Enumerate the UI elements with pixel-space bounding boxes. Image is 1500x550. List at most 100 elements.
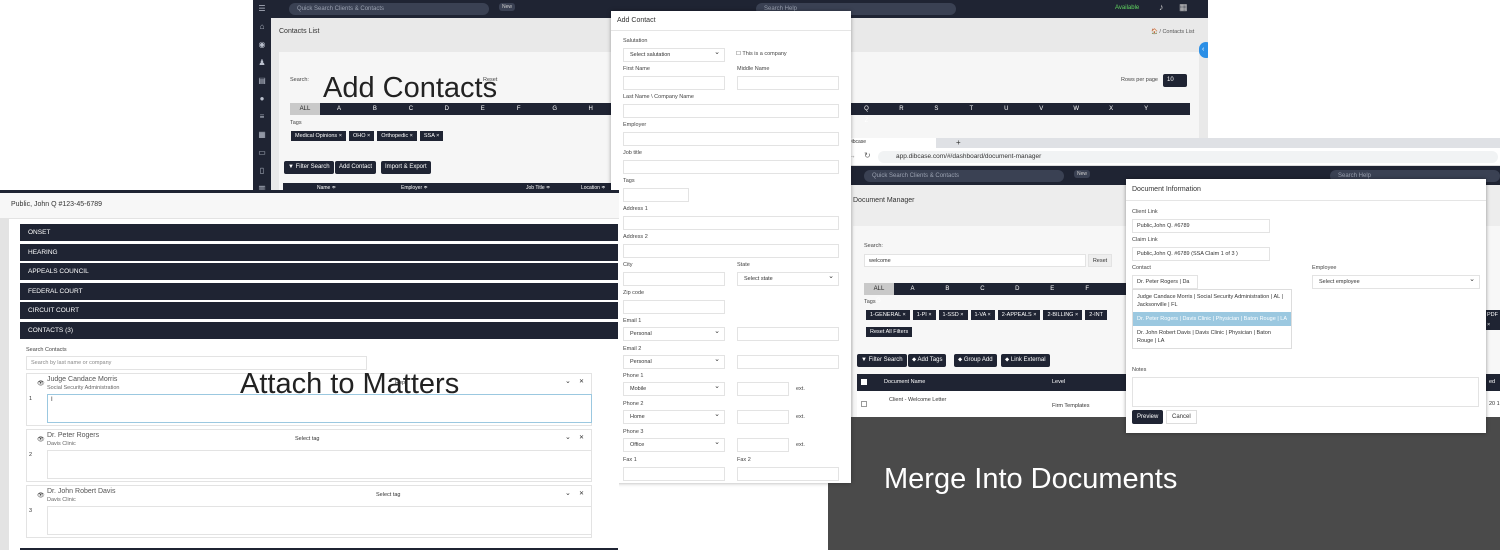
- eye-icon[interactable]: 👁: [37, 380, 45, 387]
- url-field[interactable]: app.dibcase.com/#/dashboard/document-man…: [878, 151, 1498, 163]
- close-icon[interactable]: ✕: [579, 490, 584, 497]
- claim-link-field[interactable]: Public,John Q. #6789 (SSA Claim 1 of 3 ): [1132, 247, 1270, 261]
- email1-type-select[interactable]: Personal: [623, 326, 725, 341]
- letter-w[interactable]: W: [1060, 103, 1093, 115]
- fax2-input[interactable]: [737, 467, 839, 481]
- quick-search-input[interactable]: Quick Search Clients & Contacts: [289, 3, 489, 15]
- letter-d[interactable]: D: [1001, 283, 1034, 295]
- id-card-icon[interactable]: ▭: [253, 144, 271, 162]
- first-name-input[interactable]: [623, 76, 725, 90]
- tag-chip[interactable]: OHO ×: [348, 131, 375, 141]
- letter-f[interactable]: F: [502, 103, 536, 115]
- contact-option[interactable]: Dr. John Robert Davis | Davis Clinic | P…: [1133, 326, 1291, 348]
- phone3-type-select[interactable]: Office: [623, 437, 725, 452]
- bell-icon[interactable]: ♪: [1159, 2, 1164, 12]
- preview-button[interactable]: Preview: [1132, 410, 1164, 424]
- tag-chip[interactable]: 2-BILLING ×: [1043, 310, 1083, 320]
- select-all-checkbox[interactable]: [861, 379, 867, 385]
- reload-icon[interactable]: ↻: [864, 151, 871, 160]
- state-select[interactable]: Select state: [737, 271, 839, 286]
- breadcrumb-home-icon[interactable]: 🏠: [1151, 29, 1158, 35]
- tag-chip[interactable]: SSA ×: [419, 131, 444, 141]
- phone2-input[interactable]: [737, 410, 789, 424]
- letter-e[interactable]: E: [1036, 283, 1069, 295]
- letter-c[interactable]: C: [966, 283, 999, 295]
- letter-z[interactable]: Z: [850, 115, 883, 127]
- reset-all-filters-button[interactable]: Reset All Filters: [866, 327, 913, 337]
- letter-t[interactable]: T: [955, 103, 988, 115]
- middle-name-input[interactable]: [737, 76, 839, 90]
- browser-tab[interactable]: Dibcase: [836, 138, 936, 148]
- letter-all[interactable]: ALL: [864, 283, 894, 295]
- address1-input[interactable]: [623, 216, 839, 230]
- group-add-button[interactable]: ⬥ Group Add: [954, 354, 997, 367]
- users-icon[interactable]: ♟: [253, 54, 271, 72]
- contact-tag-select[interactable]: Select tag: [376, 492, 400, 498]
- home-icon[interactable]: ⌂: [253, 18, 271, 36]
- col-document-name[interactable]: Document Name: [884, 379, 925, 385]
- contact-tag-select[interactable]: Select tag: [295, 436, 319, 442]
- city-input[interactable]: [623, 272, 725, 286]
- import-export-button[interactable]: Import & Export: [381, 161, 431, 174]
- contact-note-input[interactable]: [47, 450, 592, 479]
- user-icon[interactable]: ●: [253, 90, 271, 108]
- filter-search-button[interactable]: ▼ Filter Search: [284, 161, 334, 174]
- cancel-button[interactable]: Cancel: [1166, 410, 1197, 424]
- tag-chip[interactable]: 1-GENERAL ×: [866, 310, 910, 320]
- dm-new-button[interactable]: New: [1074, 170, 1091, 178]
- last-name-input[interactable]: [623, 104, 839, 118]
- close-icon[interactable]: ✕: [579, 434, 584, 441]
- tags-input[interactable]: [623, 188, 689, 202]
- zip-input[interactable]: [623, 300, 725, 314]
- rows-per-page-select[interactable]: 10: [1163, 74, 1187, 87]
- chevron-down-icon[interactable]: ⌄: [565, 433, 571, 441]
- close-icon[interactable]: ✕: [579, 378, 584, 385]
- section-contacts[interactable]: CONTACTS (3): [20, 322, 618, 339]
- letter-r[interactable]: R: [885, 103, 918, 115]
- letter-f[interactable]: F: [1071, 283, 1104, 295]
- letter-h[interactable]: H: [574, 103, 608, 115]
- letter-q[interactable]: Q: [850, 103, 883, 115]
- company-checkbox[interactable]: ☐ This is a company: [736, 51, 787, 57]
- letter-a[interactable]: A: [896, 283, 929, 295]
- col-level[interactable]: Level: [1052, 379, 1065, 385]
- letter-b[interactable]: B: [931, 283, 964, 295]
- add-tags-button[interactable]: ⬥ Add Tags: [908, 354, 947, 367]
- address2-input[interactable]: [623, 244, 839, 258]
- tag-chip[interactable]: 2-INT: [1085, 310, 1107, 320]
- email1-input[interactable]: [737, 327, 839, 341]
- phone1-input[interactable]: [737, 382, 789, 396]
- letter-u[interactable]: U: [990, 103, 1023, 115]
- letter-s[interactable]: S: [920, 103, 953, 115]
- tag-chip[interactable]: 1-SSD ×: [938, 310, 968, 320]
- phone3-input[interactable]: [737, 438, 789, 452]
- document-icon[interactable]: ▤: [253, 72, 271, 90]
- contact-option[interactable]: Judge Candace Morris | Social Security A…: [1133, 290, 1291, 312]
- calendar-icon[interactable]: ▦: [253, 126, 271, 144]
- section-circuit-court[interactable]: CIRCUIT COURT: [20, 302, 618, 319]
- file-icon[interactable]: ▯: [253, 162, 271, 180]
- contact-option-selected[interactable]: Dr. Peter Rogers | Davis Clinic | Physic…: [1133, 312, 1291, 326]
- employee-select[interactable]: Select employee: [1312, 274, 1480, 289]
- letter-v[interactable]: V: [1025, 103, 1058, 115]
- collapse-toggle-icon[interactable]: ‹: [1199, 42, 1208, 58]
- fax1-input[interactable]: [623, 467, 725, 481]
- contact-note-input[interactable]: [47, 506, 592, 535]
- chevron-down-icon[interactable]: ⌄: [565, 377, 571, 385]
- section-hearing[interactable]: HEARING: [20, 244, 618, 261]
- tag-chip[interactable]: Orthopedic ×: [377, 131, 417, 141]
- dm-quick-search-input[interactable]: Quick Search Clients & Contacts: [864, 170, 1064, 182]
- tag-chip[interactable]: 2-APPEALS ×: [997, 310, 1041, 320]
- letter-y[interactable]: Y: [1130, 103, 1163, 115]
- status-available[interactable]: Available: [1115, 5, 1139, 11]
- chevron-down-icon[interactable]: ⌄: [565, 489, 571, 497]
- eye-icon[interactable]: 👁: [37, 436, 45, 443]
- eye-icon[interactable]: ◉: [253, 36, 271, 54]
- phone1-type-select[interactable]: Mobile: [623, 381, 725, 396]
- row-checkbox[interactable]: [861, 401, 867, 407]
- eye-icon[interactable]: 👁: [37, 492, 45, 499]
- new-tab-icon[interactable]: +: [956, 138, 961, 147]
- link-external-button[interactable]: ⬥ Link External: [1001, 354, 1050, 367]
- section-onset[interactable]: ONSET: [20, 224, 618, 241]
- new-button[interactable]: New: [499, 3, 516, 11]
